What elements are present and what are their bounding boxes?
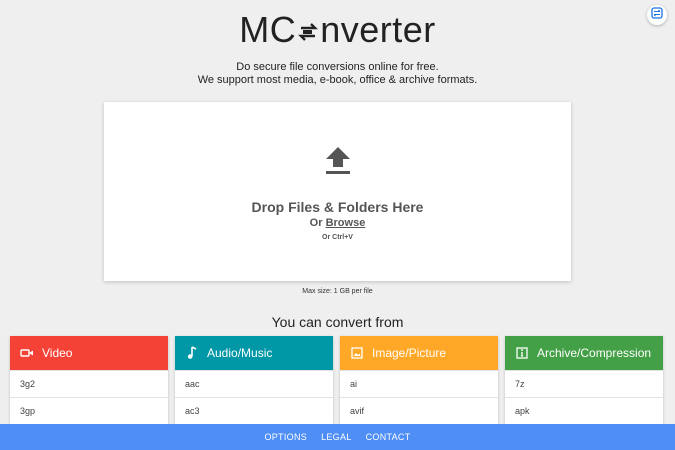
or-text: Or bbox=[309, 217, 323, 229]
list-item[interactable]: ac3 bbox=[175, 397, 333, 424]
footer-bar: OPTIONS LEGAL CONTACT bbox=[0, 424, 675, 450]
category-card-archive: Archive/Compression 7z apk bbox=[505, 336, 663, 424]
category-label-audio: Audio/Music bbox=[207, 346, 273, 360]
list-item[interactable]: apk bbox=[505, 397, 663, 424]
max-size-note: Max size: 1 GB per file bbox=[302, 288, 373, 295]
tagline-line-2: We support most media, e-book, office & … bbox=[197, 74, 478, 86]
browse-link[interactable]: Browse bbox=[326, 217, 366, 229]
category-header-archive[interactable]: Archive/Compression bbox=[505, 336, 663, 370]
list-item[interactable]: 3g2 bbox=[10, 370, 168, 397]
category-header-video[interactable]: Video bbox=[10, 336, 168, 370]
convert-from-title: You can convert from bbox=[271, 314, 404, 330]
paste-hint: Or Ctrl+V bbox=[322, 234, 353, 241]
video-camera-icon bbox=[20, 346, 34, 360]
category-label-image: Image/Picture bbox=[372, 346, 447, 360]
image-icon bbox=[350, 346, 364, 360]
category-card-video: Video 3g2 3gp bbox=[10, 336, 168, 424]
category-header-image[interactable]: Image/Picture bbox=[340, 336, 498, 370]
archive-icon bbox=[515, 346, 529, 360]
list-item[interactable]: ai bbox=[340, 370, 498, 397]
list-item[interactable]: 7z bbox=[505, 370, 663, 397]
footer-contact-link[interactable]: CONTACT bbox=[366, 432, 411, 442]
category-header-audio[interactable]: Audio/Music bbox=[175, 336, 333, 370]
logo-text-left: MC bbox=[239, 9, 297, 50]
tagline-line-1: Do secure file conversions online for fr… bbox=[236, 61, 439, 73]
or-browse-line: Or Browse bbox=[104, 217, 571, 229]
list-item[interactable]: avif bbox=[340, 397, 498, 424]
music-note-icon bbox=[185, 346, 199, 360]
category-label-video: Video bbox=[42, 346, 73, 360]
translate-icon bbox=[651, 6, 663, 24]
footer-legal-link[interactable]: LEGAL bbox=[321, 432, 352, 442]
category-card-image: Image/Picture ai avif bbox=[340, 336, 498, 424]
drop-title: Drop Files & Folders Here bbox=[251, 199, 424, 215]
translate-button[interactable] bbox=[647, 5, 667, 25]
file-drop-zone[interactable]: Drop Files & Folders Here Or Browse Or C… bbox=[104, 102, 571, 281]
tagline: Do secure file conversions online for fr… bbox=[0, 61, 675, 87]
list-item[interactable]: aac bbox=[175, 370, 333, 397]
category-label-archive: Archive/Compression bbox=[537, 346, 652, 360]
site-logo: MC nverter bbox=[0, 8, 675, 52]
upload-icon bbox=[325, 146, 351, 181]
convert-arrows-icon bbox=[296, 9, 320, 41]
list-item[interactable]: 3gp bbox=[10, 397, 168, 424]
category-card-audio: Audio/Music aac ac3 bbox=[175, 336, 333, 424]
logo-text-right: nverter bbox=[320, 9, 436, 50]
footer-options-link[interactable]: OPTIONS bbox=[264, 432, 307, 442]
